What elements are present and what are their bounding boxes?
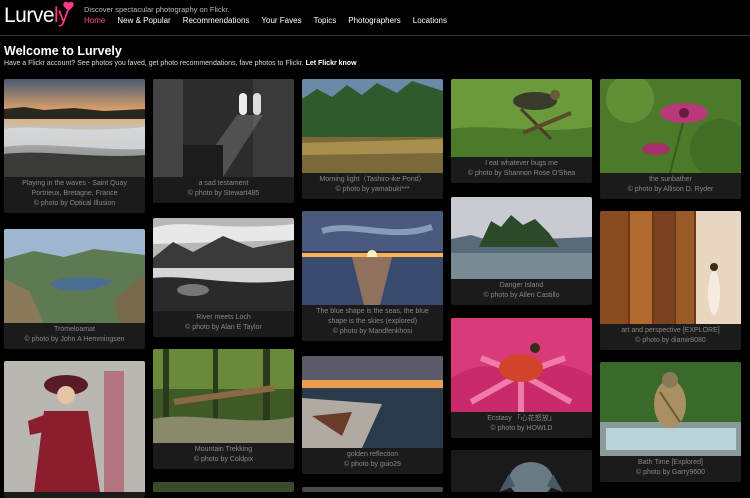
nav-your-faves[interactable]: Your Faves (261, 16, 301, 25)
photo-credit[interactable]: © photo by John A Hemmingsen (8, 335, 141, 345)
photo-caption: Mountain Trekking © photo by Coldpix (153, 443, 294, 469)
photo-thumbnail[interactable] (600, 211, 741, 324)
logo-text: Lurve (4, 4, 55, 27)
photo-caption: Ecstasy 「心花怒放」 © photo by HOWLD (451, 412, 592, 438)
photo-caption: Bath Time [Explored] © photo by Garry9600 (600, 456, 741, 482)
photo-card[interactable]: a sad testament © photo by Stewart485 (153, 79, 294, 203)
photo-thumbnail[interactable] (302, 211, 443, 305)
photo-title[interactable]: a sad testament (157, 179, 290, 189)
photo-title[interactable]: Ecstasy 「心花怒放」 (455, 414, 588, 424)
photo-thumbnail[interactable] (600, 79, 741, 173)
photo-caption (4, 492, 145, 498)
photo-caption: golden reflection © photo by guio29 (302, 448, 443, 474)
photo-thumbnail[interactable] (153, 482, 294, 492)
photo-caption: a sad testament © photo by Stewart485 (153, 177, 294, 203)
photo-thumbnail[interactable] (302, 356, 443, 448)
nav-locations[interactable]: Locations (413, 16, 447, 25)
photo-caption: Playing in the waves - Saint Quay Portri… (4, 177, 145, 213)
nav-home[interactable]: Home (84, 16, 105, 25)
photo-title[interactable]: River meets Loch (157, 313, 290, 323)
photo-title[interactable]: Playing in the waves - Saint Quay Portri… (8, 179, 141, 199)
photo-card[interactable] (4, 361, 145, 498)
photo-credit[interactable]: © photo by Allen Castillo (455, 291, 588, 301)
photo-caption: Tromeloamat © photo by John A Hemmingsen (4, 323, 145, 349)
photo-caption: Morning light（Tashiro-ike Pond） © photo b… (302, 173, 443, 199)
photo-card[interactable]: The blue shape is the seas, the blue sha… (302, 211, 443, 341)
photo-credit[interactable]: © photo by yamabuki*** (306, 185, 439, 195)
welcome-subtitle: Have a Flickr account? See photos you fa… (4, 60, 357, 67)
logo[interactable]: Lurvely (4, 4, 69, 28)
photo-title[interactable]: Mountain Trekking (157, 445, 290, 455)
photo-card[interactable]: Mountain Trekking © photo by Coldpix (153, 349, 294, 469)
photo-thumbnail[interactable] (4, 229, 145, 323)
photo-caption: I eat whatever bugs me © photo by Shannon… (451, 157, 592, 183)
heart-icon (63, 1, 74, 12)
photo-title[interactable]: art and perspective [EXPLORE] (604, 326, 737, 336)
photo-title[interactable]: Tromeloamat (8, 325, 141, 335)
tagline: Discover spectacular photography on Flic… (84, 5, 230, 14)
photo-caption: the sunbather © photo by Allison D. Ryder (600, 173, 741, 199)
photo-card[interactable] (302, 487, 443, 492)
photo-card[interactable]: art and perspective [EXPLORE] © photo by … (600, 211, 741, 350)
photo-credit[interactable]: © photo by Shannon Rose O'Shea (455, 169, 588, 179)
photo-title[interactable]: I eat whatever bugs me (455, 159, 588, 169)
photo-caption: The blue shape is the seas, the blue sha… (302, 305, 443, 341)
page-title: Welcome to Lurvely (4, 44, 122, 58)
photo-title[interactable]: Danger Island (455, 281, 588, 291)
photo-title[interactable]: The blue shape is the seas, the blue sha… (306, 307, 439, 327)
photo-caption: Danger Island © photo by Allen Castillo (451, 279, 592, 305)
photo-credit[interactable]: © photo by Coldpix (157, 455, 290, 465)
photo-card[interactable]: River meets Loch © photo by Alan E Taylor (153, 218, 294, 337)
photo-caption: art and perspective [EXPLORE] © photo by … (600, 324, 741, 350)
photo-credit[interactable]: © photo by Optical Illusion (8, 199, 141, 209)
photo-credit[interactable]: © photo by HOWLD (455, 424, 588, 434)
photo-card[interactable]: Playing in the waves - Saint Quay Portri… (4, 79, 145, 213)
photo-title[interactable]: Morning light（Tashiro-ike Pond） (306, 175, 439, 185)
nav-photographers[interactable]: Photographers (348, 16, 400, 25)
photo-thumbnail[interactable] (302, 487, 443, 492)
photo-credit[interactable]: © photo by Allison D. Ryder (604, 185, 737, 195)
photo-card[interactable] (153, 482, 294, 492)
photo-title[interactable]: Bath Time [Explored] (604, 458, 737, 468)
welcome-text: Have a Flickr account? See photos you fa… (4, 60, 304, 67)
photo-thumbnail[interactable] (153, 79, 294, 177)
photo-thumbnail[interactable] (451, 318, 592, 412)
photo-card[interactable]: Morning light（Tashiro-ike Pond） © photo b… (302, 79, 443, 199)
photo-thumbnail[interactable] (451, 450, 592, 492)
photo-credit[interactable]: © photo by diamir8080 (604, 336, 737, 346)
nav-topics[interactable]: Topics (314, 16, 337, 25)
photo-credit[interactable]: © photo by guio29 (306, 460, 439, 470)
photo-card[interactable]: Tromeloamat © photo by John A Hemmingsen (4, 229, 145, 349)
photo-card[interactable] (451, 450, 592, 492)
photo-title[interactable]: golden reflection (306, 450, 439, 460)
photo-credit[interactable]: © photo by Mandfenkhosi (306, 327, 439, 337)
main-nav: Home New & Popular Recommendations Your … (84, 16, 447, 25)
photo-thumbnail[interactable] (302, 79, 443, 173)
photo-card[interactable]: golden reflection © photo by guio29 (302, 356, 443, 474)
photo-caption: River meets Loch © photo by Alan E Taylor (153, 311, 294, 337)
photo-card[interactable]: Danger Island © photo by Allen Castillo (451, 197, 592, 305)
photo-title[interactable]: the sunbather (604, 175, 737, 185)
photo-credit[interactable]: © photo by Alan E Taylor (157, 323, 290, 333)
photo-credit[interactable]: © photo by Garry9600 (604, 468, 737, 478)
site-header: Lurvely Discover spectacular photography… (0, 0, 750, 34)
photo-card[interactable]: Bath Time [Explored] © photo by Garry9600 (600, 362, 741, 482)
photo-thumbnail[interactable] (600, 362, 741, 456)
header-divider (0, 35, 750, 36)
let-flickr-know-link[interactable]: Let Flickr know (306, 60, 357, 67)
photo-credit[interactable]: © photo by Stewart485 (157, 189, 290, 199)
photo-card[interactable]: I eat whatever bugs me © photo by Shannon… (451, 79, 592, 183)
photo-thumbnail[interactable] (153, 349, 294, 443)
photo-thumbnail[interactable] (4, 361, 145, 492)
nav-recommendations[interactable]: Recommendations (183, 16, 250, 25)
nav-new-popular[interactable]: New & Popular (117, 16, 170, 25)
photo-thumbnail[interactable] (153, 218, 294, 311)
photo-card[interactable]: the sunbather © photo by Allison D. Ryder (600, 79, 741, 199)
photo-thumbnail[interactable] (4, 79, 145, 177)
photo-thumbnail[interactable] (451, 79, 592, 157)
photo-card[interactable]: Ecstasy 「心花怒放」 © photo by HOWLD (451, 318, 592, 438)
photo-thumbnail[interactable] (451, 197, 592, 279)
